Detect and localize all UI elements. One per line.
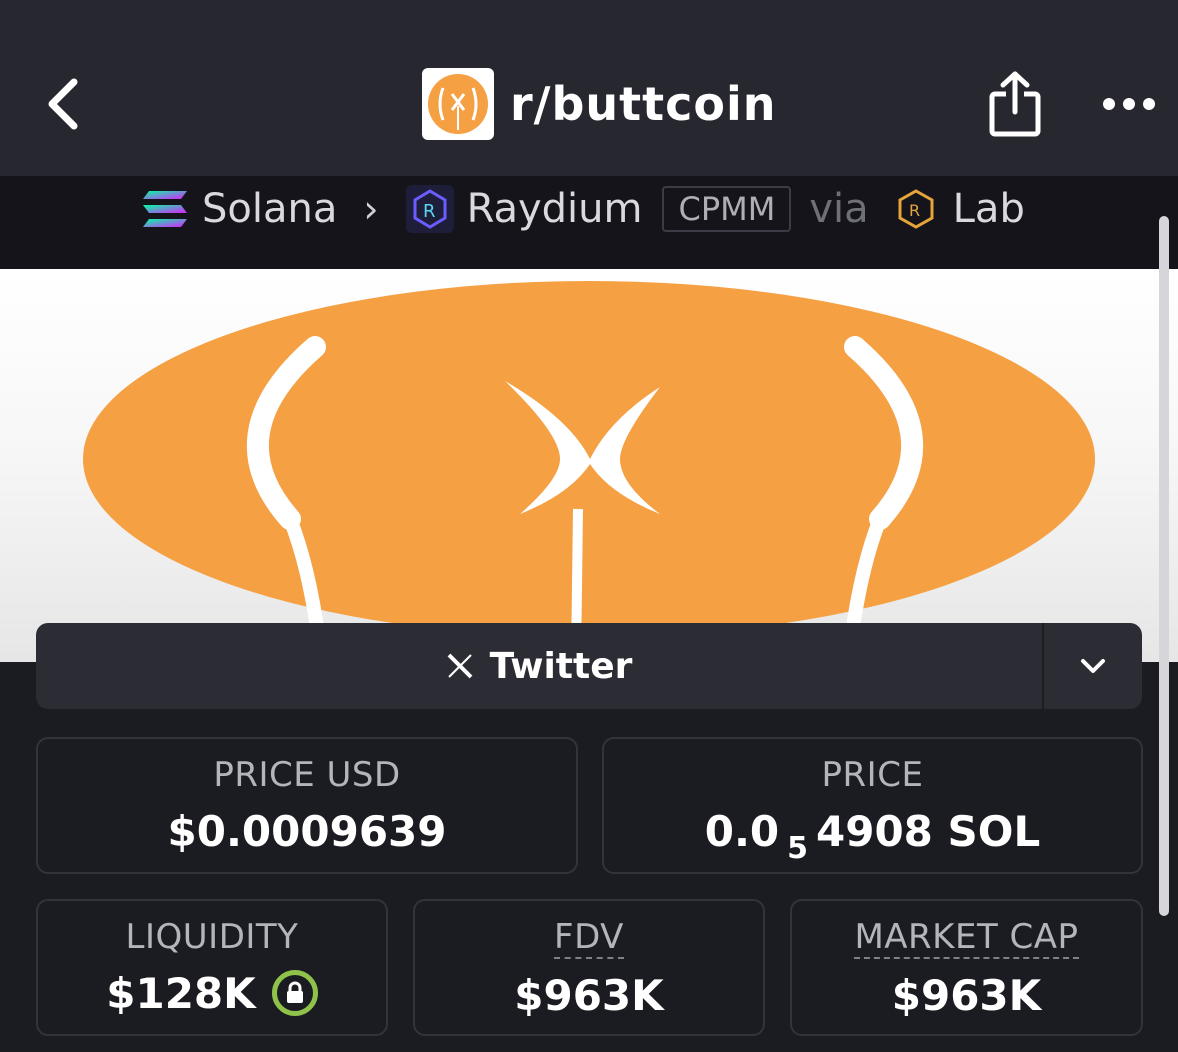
- fdv-value: $963K: [514, 971, 664, 1020]
- price-usd-value: $0.0009639: [167, 807, 447, 856]
- market-cap-card: MARKET CAP $963K: [790, 899, 1143, 1036]
- svg-text:R: R: [423, 201, 436, 222]
- share-button[interactable]: [984, 68, 1046, 140]
- price-suffix: 4908 SOL: [816, 807, 1041, 856]
- price-prefix: 0.0: [704, 807, 780, 856]
- liquidity-value-row: $128K: [38, 969, 386, 1020]
- page-title: r/buttcoin: [510, 77, 777, 131]
- more-button[interactable]: [1098, 84, 1160, 124]
- market-cap-label[interactable]: MARKET CAP: [854, 917, 1079, 959]
- back-button[interactable]: [34, 72, 90, 136]
- scrollbar[interactable]: [1159, 216, 1169, 916]
- token-banner-image: [0, 269, 1178, 662]
- dex-link[interactable]: Raydium: [467, 186, 643, 232]
- fdv-label[interactable]: FDV: [554, 917, 624, 959]
- price-usd-card: PRICE USD $0.0009639: [36, 737, 578, 874]
- chevron-right-icon: ›: [363, 187, 379, 231]
- social-links-bar: Twitter: [36, 623, 1142, 709]
- price-zero-count: 5: [787, 831, 809, 866]
- chain-link[interactable]: Solana: [202, 186, 337, 232]
- chevron-left-icon: [48, 78, 78, 130]
- solana-icon: [140, 184, 190, 234]
- more-horizontal-icon: [1103, 98, 1155, 110]
- more-links-dropdown[interactable]: [1044, 623, 1142, 709]
- price-label: PRICE: [821, 755, 924, 795]
- breadcrumb: Solana › R Raydium CPMM via R Lab: [140, 180, 1025, 238]
- liquidity-label: LIQUIDITY: [125, 917, 299, 957]
- launchpad-link[interactable]: Lab: [953, 186, 1025, 232]
- svg-text:R: R: [909, 201, 920, 220]
- liquidity-value: $128K: [106, 969, 256, 1018]
- price-sol-card: PRICE 0.0 5 4908 SOL: [602, 737, 1143, 874]
- fdv-card: FDV $963K: [413, 899, 765, 1036]
- launchlab-icon: R: [891, 184, 941, 234]
- chevron-down-icon: [1081, 659, 1105, 673]
- twitter-label: Twitter: [489, 645, 633, 687]
- twitter-button[interactable]: Twitter: [36, 623, 1042, 709]
- price-usd-label: PRICE USD: [213, 755, 401, 795]
- pool-type-badge: CPMM: [662, 186, 792, 232]
- buttcoin-logo-icon: [428, 74, 488, 134]
- lock-icon[interactable]: [271, 969, 318, 1016]
- share-icon: [989, 71, 1041, 137]
- x-logo-icon: [446, 653, 474, 679]
- price-sol-value: 0.0 5 4908 SOL: [604, 807, 1141, 866]
- market-cap-value: $963K: [891, 971, 1042, 1020]
- token-avatar: [422, 68, 494, 140]
- token-header: r/buttcoin: [422, 68, 777, 140]
- raydium-icon: R: [405, 184, 455, 234]
- via-label: via: [809, 186, 869, 232]
- liquidity-card: LIQUIDITY $128K: [36, 899, 388, 1036]
